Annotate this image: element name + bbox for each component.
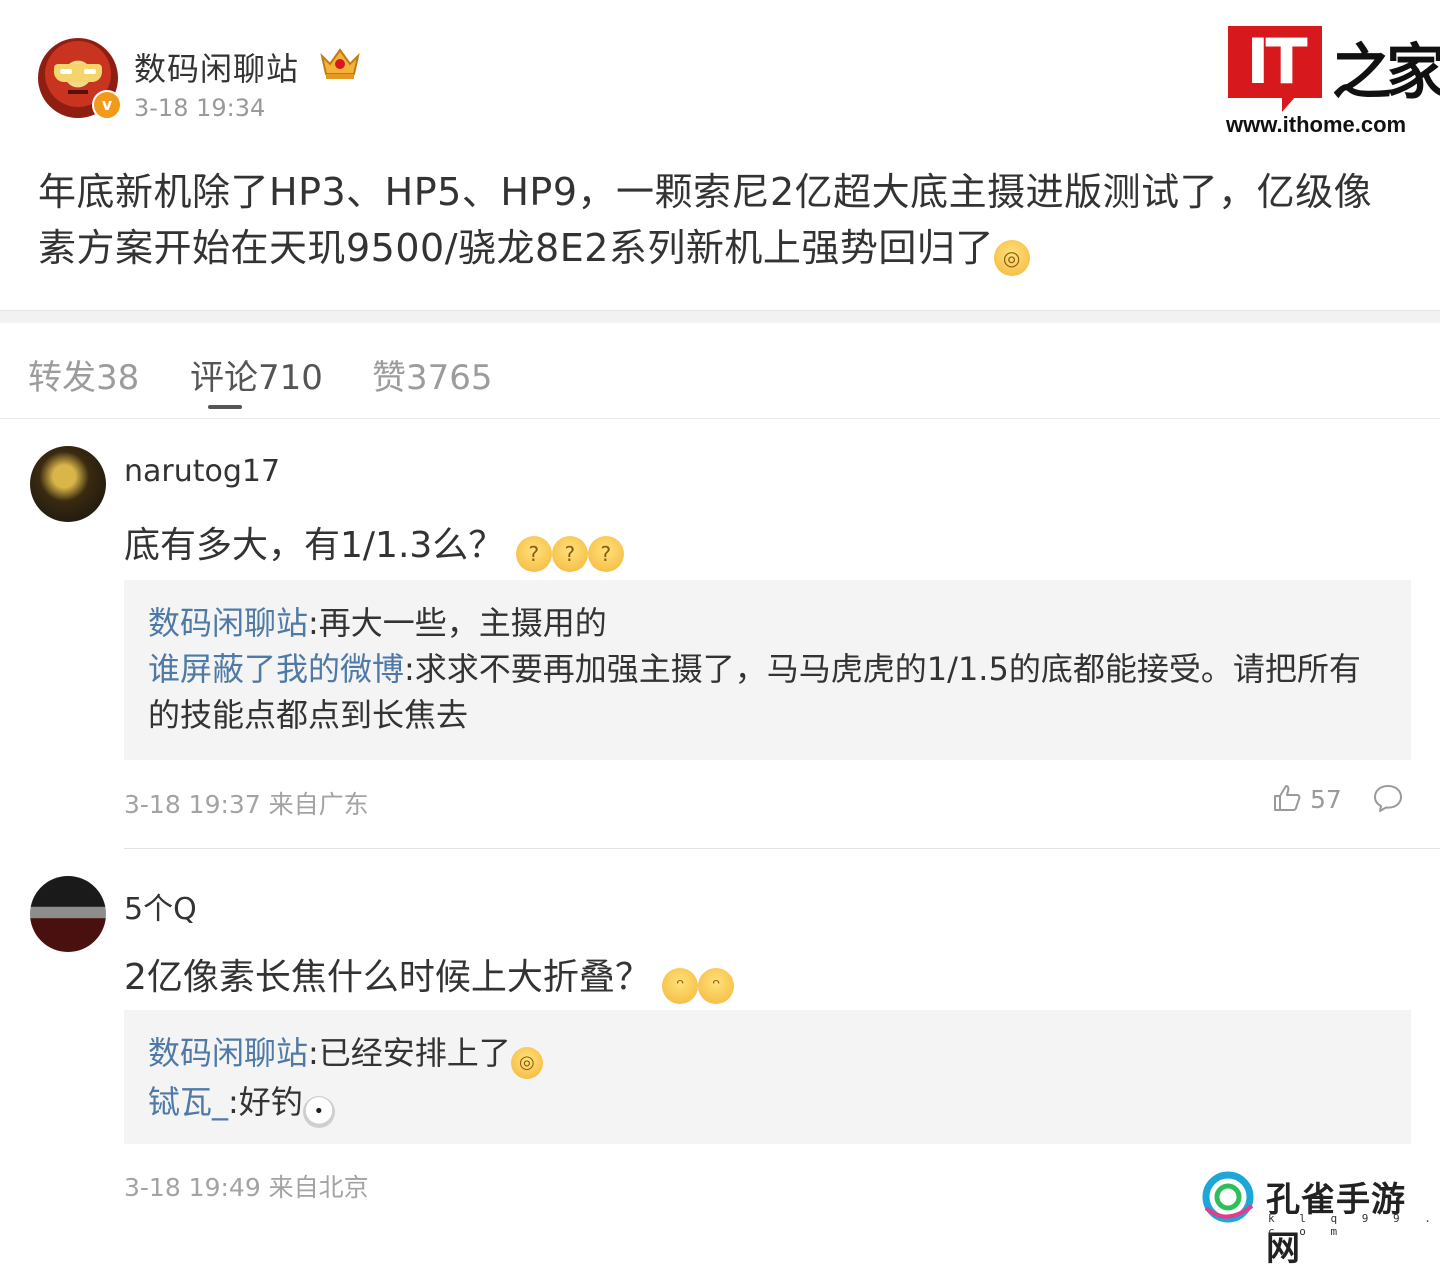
post-text: 年底新机除了HP3、HP5、HP9，一颗索尼2亿超大底主摄进版测试了，亿级像素方… — [38, 170, 1373, 270]
doubt-emoji-icon: ? — [551, 536, 588, 572]
ithome-logo-url: www.ithome.com — [1226, 112, 1407, 137]
reply-text: :好钓 — [228, 1083, 303, 1121]
like-count: 57 — [1310, 785, 1342, 814]
excited-emoji-icon: ᵔ — [698, 968, 735, 1004]
reply-text: :再大一些，主摄用的 — [308, 604, 607, 642]
peacock-logo-icon — [1202, 1171, 1254, 1223]
post-body: 年底新机除了HP3、HP5、HP9，一颗索尼2亿超大底主摄进版测试了，亿级像素方… — [38, 164, 1408, 276]
reply-thread[interactable]: 数码闲聊站:再大一些，主摄用的 谁屏蔽了我的微博:求求不要再加强主摄了，马马虎虎… — [124, 580, 1411, 760]
reply-user[interactable]: 铽瓦_ — [148, 1083, 228, 1121]
ithome-logo-it: IT — [1228, 26, 1322, 112]
comment-meta: 3-18 19:49 来自北京 — [124, 1173, 369, 1202]
reply-bubble-icon[interactable] — [1372, 783, 1404, 813]
glasses-emoji-icon: ◎ — [993, 240, 1030, 276]
reply-item: 铽瓦_:好钓 • — [148, 1079, 1383, 1128]
tab-likes[interactable]: 赞3765 — [372, 350, 493, 399]
commenter-avatar[interactable] — [30, 446, 106, 522]
tabs-divider — [0, 418, 1440, 419]
panda-emoji-icon: • — [302, 1096, 335, 1128]
active-tab-indicator — [208, 405, 242, 409]
doubt-emoji-icon: ? — [587, 536, 624, 572]
ithome-logo-cn: 之家 — [1332, 38, 1440, 108]
commenter-name[interactable]: narutog17 — [124, 454, 280, 489]
section-divider — [0, 310, 1440, 323]
glasses-emoji-icon: ◎ — [510, 1047, 543, 1079]
reply-thread[interactable]: 数码闲聊站:已经安排上了 ◎ 铽瓦_:好钓 • — [124, 1010, 1411, 1144]
comment-text-content: 2亿像素长焦什么时候上大折叠？ — [124, 957, 651, 998]
reply-text: :已经安排上了 — [308, 1034, 511, 1072]
reply-item: 数码闲聊站:已经安排上了 ◎ — [148, 1030, 1383, 1079]
vip-crown-icon — [320, 48, 360, 79]
excited-emoji-icon: ᵔ — [662, 968, 699, 1004]
post-timestamp: 3-18 19:34 — [134, 94, 266, 122]
thumbs-up-icon[interactable] — [1272, 783, 1302, 813]
reply-user[interactable]: 谁屏蔽了我的微博 — [148, 650, 404, 688]
commenter-name[interactable]: 5个Q — [124, 884, 197, 928]
comment-meta: 3-18 19:37 来自广东 — [124, 790, 369, 819]
avatar-eye — [84, 69, 96, 74]
reply-user[interactable]: 数码闲聊站 — [148, 604, 308, 642]
avatar-mouth — [68, 90, 88, 94]
comment-separator — [124, 848, 1440, 849]
doubt-emoji-icon: ? — [515, 536, 552, 572]
reply-user[interactable]: 数码闲聊站 — [148, 1034, 308, 1072]
tab-reposts[interactable]: 转发38 — [28, 350, 139, 399]
tab-comments[interactable]: 评论710 — [190, 350, 323, 399]
comment-text: 底有多大，有1/1.3么？ ??? — [124, 516, 624, 572]
watermark-url: k l q 9 9 . c o m — [1268, 1212, 1440, 1238]
commenter-avatar[interactable] — [30, 876, 106, 952]
avatar-eye — [60, 69, 72, 74]
post-author-name[interactable]: 数码闲聊站 — [134, 44, 299, 90]
comment-text: 2亿像素长焦什么时候上大折叠？ ᵔᵔ — [124, 948, 735, 1004]
reply-item: 谁屏蔽了我的微博:求求不要再加强主摄了，马马虎虎的1/1.5的底都能接受。请把所… — [148, 646, 1383, 738]
comment-text-content: 底有多大，有1/1.3么？ — [124, 525, 505, 566]
verified-badge-icon: v — [92, 90, 122, 120]
reply-item: 数码闲聊站:再大一些，主摄用的 — [148, 600, 1383, 646]
